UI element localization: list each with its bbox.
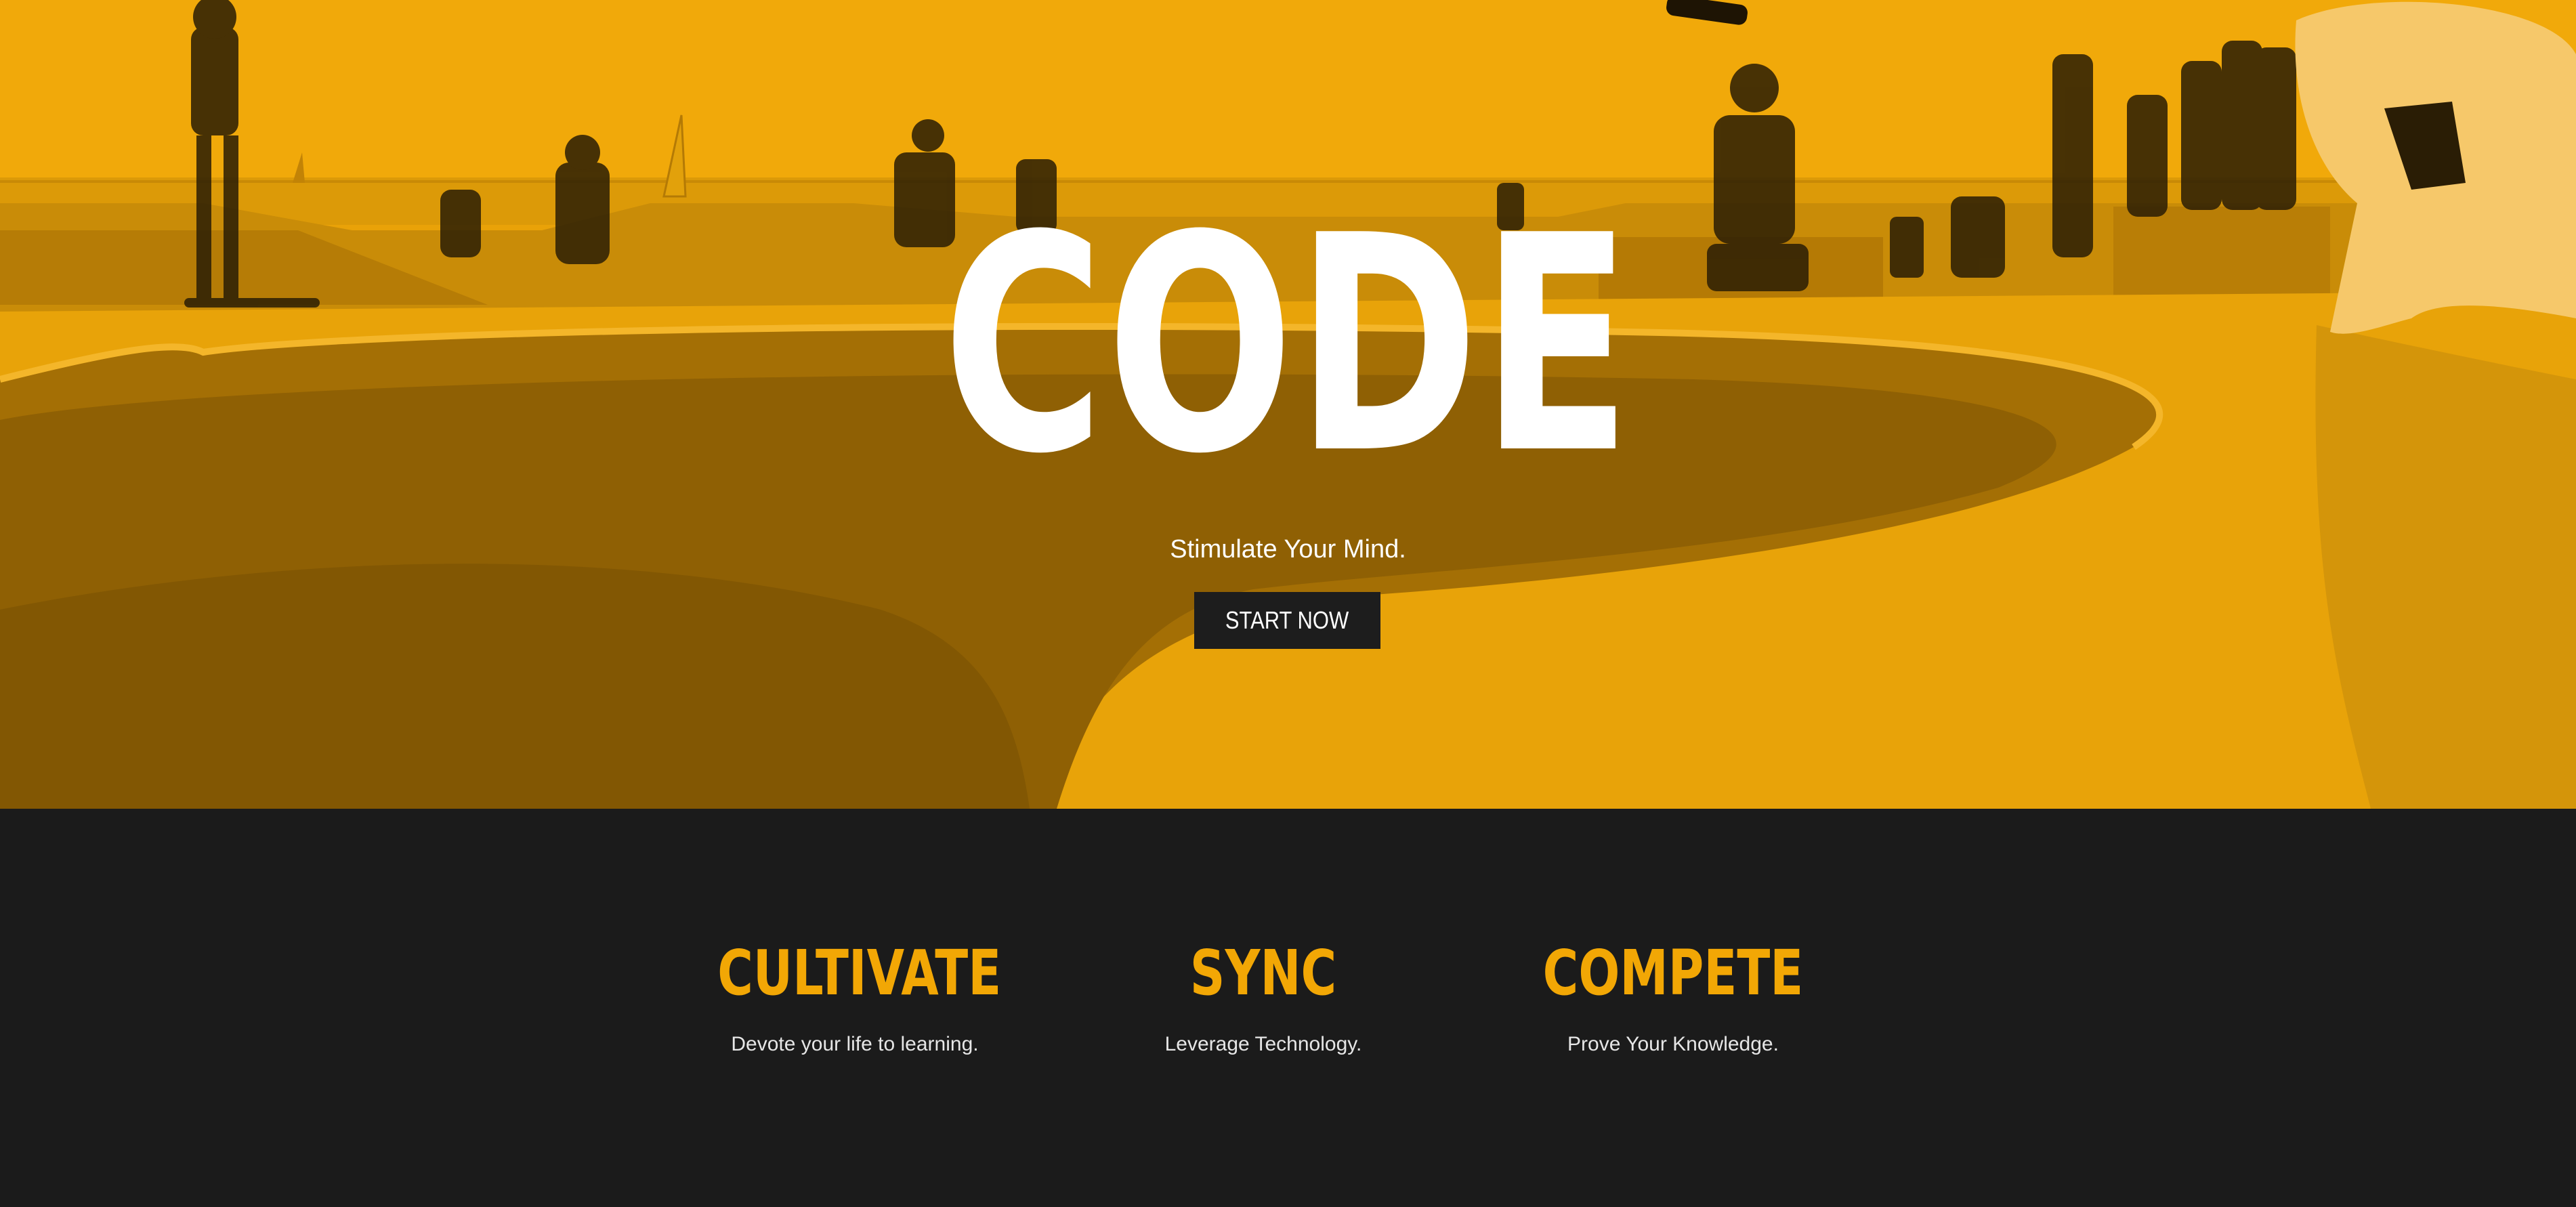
hero-title: CODE	[942, 172, 1634, 519]
feature-sync: SYNC Leverage Technology.	[1087, 936, 1439, 1058]
features-section: CULTIVATE Devote your life to learning. …	[0, 809, 2576, 1207]
feature-heading: SYNC	[1189, 937, 1337, 1009]
feature-heading: CULTIVATE	[717, 937, 1002, 1009]
feature-description: Devote your life to learning.	[731, 1033, 979, 1055]
feature-heading: COMPETE	[1542, 937, 1804, 1009]
feature-compete: COMPETE Prove Your Knowledge.	[1497, 936, 1849, 1058]
feature-description: Prove Your Knowledge.	[1567, 1033, 1779, 1055]
feature-cultivate: CULTIVATE Devote your life to learning.	[679, 936, 1031, 1058]
feature-description: Leverage Technology.	[1164, 1033, 1362, 1055]
hero-section: CODE Stimulate Your Mind. START NOW	[0, 0, 2576, 809]
hero-tagline: Stimulate Your Mind.	[1170, 535, 1406, 564]
landing-page: CODE Stimulate Your Mind. START NOW CULT…	[0, 0, 2576, 1207]
start-now-button[interactable]: START NOW	[1194, 592, 1380, 649]
start-now-button-label: START NOW	[1225, 606, 1349, 634]
